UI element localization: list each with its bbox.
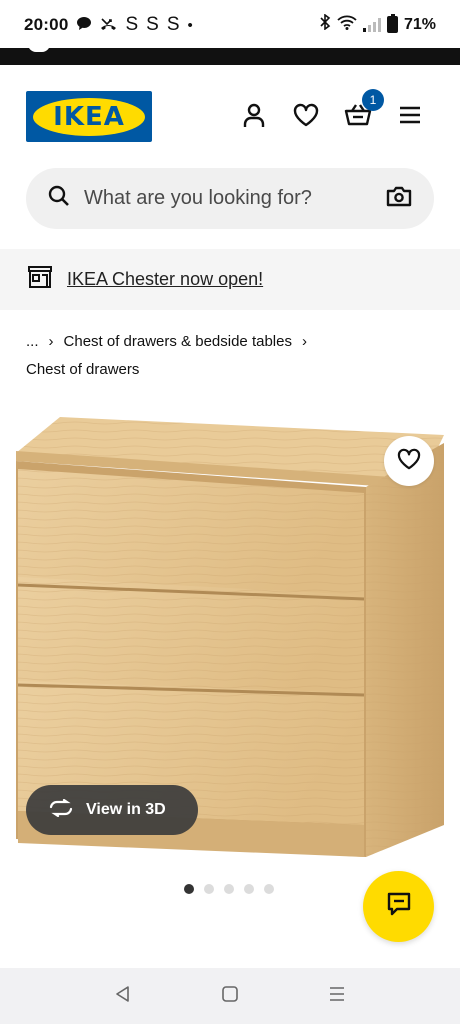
search-input[interactable] bbox=[84, 187, 386, 210]
s-notification-icon: S bbox=[146, 14, 159, 35]
carousel-dot[interactable] bbox=[244, 884, 254, 894]
chevron-right-icon: › bbox=[48, 333, 54, 350]
heart-icon bbox=[293, 103, 319, 132]
site-header: IKEA 1 bbox=[0, 65, 460, 165]
cart-count-badge: 1 bbox=[362, 89, 384, 111]
cart-button[interactable]: 1 bbox=[344, 89, 384, 131]
breadcrumb: ... › Chest of drawers & bedside tables … bbox=[26, 328, 436, 384]
camera-search-icon[interactable] bbox=[386, 185, 412, 212]
recents-lines-icon bbox=[328, 985, 346, 1008]
view-in-3d-label: View in 3D bbox=[86, 801, 166, 818]
bluetooth-icon bbox=[320, 13, 331, 35]
more-notifications-dot: • bbox=[187, 16, 193, 34]
rotate-3d-icon bbox=[48, 798, 74, 822]
s-notification-icon: S bbox=[125, 14, 139, 35]
image-carousel-dots bbox=[184, 884, 274, 894]
battery-icon bbox=[386, 14, 398, 33]
view-in-3d-button[interactable]: View in 3D bbox=[26, 785, 198, 835]
search-icon bbox=[48, 185, 70, 212]
store-banner: IKEA Chester now open! bbox=[0, 249, 460, 310]
carousel-dot[interactable] bbox=[264, 884, 274, 894]
menu-button[interactable] bbox=[396, 103, 424, 131]
favourites-button[interactable] bbox=[292, 103, 320, 131]
status-left: 20:00 S S S • bbox=[24, 14, 193, 36]
carousel-dot[interactable] bbox=[184, 884, 194, 894]
carousel-dot[interactable] bbox=[204, 884, 214, 894]
missed-call-icon bbox=[100, 16, 117, 34]
home-square-icon bbox=[221, 985, 239, 1008]
add-to-favourites-button[interactable] bbox=[384, 436, 434, 486]
profile-button[interactable] bbox=[240, 103, 268, 131]
chat-icon bbox=[386, 891, 412, 922]
ikea-logo[interactable]: IKEA bbox=[26, 91, 152, 142]
browser-top-strip bbox=[0, 44, 460, 65]
chat-bubble-icon bbox=[76, 16, 92, 34]
carousel-dot[interactable] bbox=[224, 884, 234, 894]
store-icon bbox=[27, 265, 53, 294]
status-bar: 20:00 S S S • 71% bbox=[0, 0, 460, 48]
wifi-icon bbox=[337, 15, 357, 35]
status-time: 20:00 bbox=[24, 15, 69, 34]
menu-icon bbox=[398, 105, 422, 130]
heart-icon bbox=[397, 448, 421, 475]
system-nav-bar bbox=[0, 968, 460, 1024]
signal-icon bbox=[362, 17, 381, 32]
search-bar[interactable] bbox=[26, 168, 434, 229]
breadcrumb-ellipsis[interactable]: ... bbox=[26, 328, 39, 356]
header-icons: 1 bbox=[240, 89, 424, 131]
battery-percent: 71% bbox=[403, 15, 436, 33]
home-button[interactable] bbox=[215, 981, 245, 1011]
chat-support-button[interactable] bbox=[363, 871, 434, 942]
breadcrumb-current: Chest of drawers bbox=[26, 361, 140, 378]
breadcrumb-parent-link[interactable]: Chest of drawers & bedside tables bbox=[64, 328, 292, 356]
logo-text: IKEA bbox=[53, 101, 125, 132]
store-opening-link[interactable]: IKEA Chester now open! bbox=[67, 269, 263, 290]
s-notification-icon: S bbox=[166, 14, 180, 35]
profile-icon bbox=[242, 102, 266, 133]
status-right: 71% bbox=[320, 13, 436, 35]
back-button[interactable] bbox=[108, 981, 138, 1011]
back-triangle-icon bbox=[114, 985, 132, 1008]
recents-button[interactable] bbox=[322, 981, 352, 1011]
chevron-right-icon: › bbox=[301, 333, 307, 350]
